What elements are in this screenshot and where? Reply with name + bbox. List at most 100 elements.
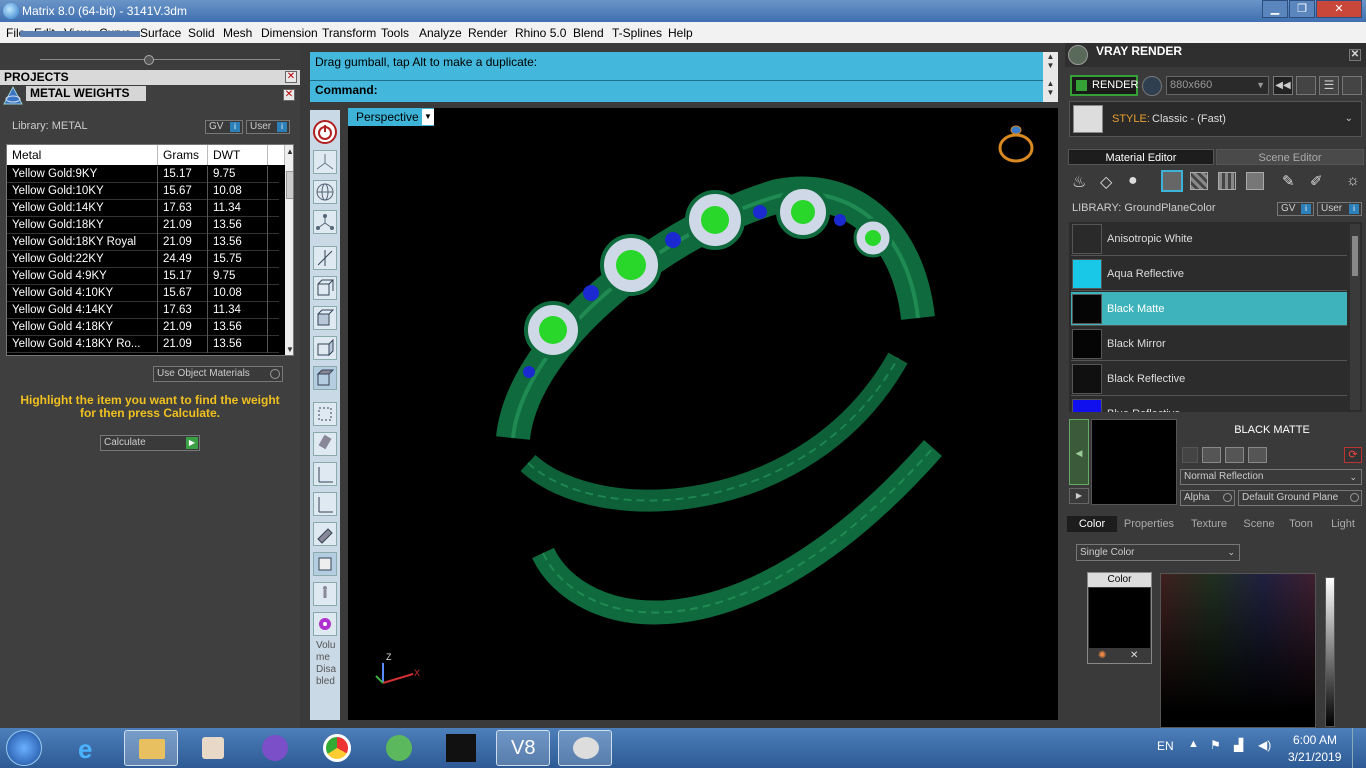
tab-properties[interactable]: Properties: [1119, 516, 1179, 532]
power-icon[interactable]: [313, 120, 337, 144]
move-icon[interactable]: [313, 246, 337, 270]
menu-blend[interactable]: Blend: [573, 26, 604, 40]
user-toggle[interactable]: User i: [246, 120, 290, 134]
refresh-icon[interactable]: ⟳: [1344, 447, 1362, 463]
minimize-button[interactable]: ▁: [1262, 0, 1288, 18]
language-indicator[interactable]: EN: [1157, 739, 1174, 753]
taskbar-ie-icon[interactable]: e: [62, 730, 116, 766]
tab-scene[interactable]: Scene: [1239, 516, 1279, 532]
brush-icon[interactable]: ✎: [1282, 172, 1295, 190]
light-bulb-icon[interactable]: ☼: [1346, 172, 1360, 189]
collapse-handle[interactable]: [144, 55, 154, 65]
chevron-down-icon[interactable]: ▼: [422, 109, 434, 125]
column-grams[interactable]: Grams: [158, 145, 208, 165]
menu-surface[interactable]: Surface: [140, 26, 181, 40]
color-picker-field[interactable]: [1160, 573, 1316, 728]
taskbar-explorer-icon[interactable]: [124, 730, 178, 766]
axes-icon[interactable]: [313, 150, 337, 174]
table-row[interactable]: Yellow Gold 4:14KY 17.63 11.34: [7, 302, 279, 319]
material-item[interactable]: Black Mirror: [1071, 327, 1347, 361]
color-wheel-icon[interactable]: ✺: [1098, 650, 1106, 661]
scale-icon[interactable]: [313, 402, 337, 426]
menu-dimension[interactable]: Dimension: [261, 26, 318, 40]
gv-toggle[interactable]: GV i: [205, 120, 243, 134]
taskbar-viber-icon[interactable]: [248, 730, 302, 766]
cube-front-icon[interactable]: [313, 306, 337, 330]
scroll-thumb[interactable]: [1352, 236, 1358, 276]
person-icon[interactable]: [313, 582, 337, 606]
scroll-thumb[interactable]: [286, 171, 293, 199]
tab-light[interactable]: Light: [1323, 516, 1363, 532]
copy-icon[interactable]: [1202, 447, 1221, 463]
gear-cluster-icon[interactable]: [313, 612, 337, 636]
projects-close-icon[interactable]: ✕: [285, 71, 297, 83]
material-item[interactable]: Black Reflective: [1071, 362, 1347, 396]
table-row[interactable]: Yellow Gold:10KY 15.67 10.08: [7, 183, 279, 200]
menu-analyze[interactable]: Analyze: [419, 26, 462, 40]
monitor-icon[interactable]: [313, 552, 337, 576]
taskbar-paint-icon[interactable]: [558, 730, 612, 766]
menu-help[interactable]: Help: [668, 26, 693, 40]
scroll-down-icon[interactable]: ▼: [286, 345, 293, 354]
table-row[interactable]: Yellow Gold:18KY 21.09 13.56: [7, 217, 279, 234]
navigation-ring-icon[interactable]: [998, 125, 1034, 163]
network-icon[interactable]: ▟: [1234, 738, 1243, 752]
flag-icon[interactable]: ⚑: [1210, 738, 1221, 752]
vray-close-icon[interactable]: ✕: [1349, 49, 1361, 61]
material-gv-toggle[interactable]: GV i: [1277, 202, 1314, 216]
cube-icon[interactable]: [313, 276, 337, 300]
command-prompt[interactable]: Command:: [315, 83, 378, 97]
column-metal[interactable]: Metal: [7, 145, 158, 165]
viewport-label[interactable]: Perspective ▼: [348, 108, 434, 126]
taskbar-app-icon[interactable]: [372, 730, 426, 766]
import-icon[interactable]: [1248, 447, 1267, 463]
clear-icon[interactable]: ✕: [1130, 650, 1138, 661]
table-row[interactable]: Yellow Gold:18KY Royal 21.09 13.56: [7, 234, 279, 251]
style-selector[interactable]: STYLE: Classic - (Fast) ⌄: [1069, 101, 1362, 137]
color-swatch[interactable]: [1089, 588, 1150, 648]
material-user-toggle[interactable]: User i: [1317, 202, 1362, 216]
taskbar-chrome-icon[interactable]: [310, 730, 364, 766]
table-row[interactable]: Yellow Gold:14KY 17.63 11.34: [7, 200, 279, 217]
material-item[interactable]: Black Matte: [1071, 292, 1347, 326]
menu-rhino[interactable]: Rhino 5.0: [515, 26, 566, 40]
menu-mesh[interactable]: Mesh: [223, 26, 252, 40]
sphere-icon[interactable]: ●: [1128, 172, 1138, 190]
resolution-select[interactable]: 880x660 ▼: [1166, 76, 1269, 95]
pattern-icon[interactable]: [1246, 172, 1264, 190]
material-item[interactable]: Blue Reflective: [1071, 397, 1347, 412]
tab-material-editor[interactable]: Material Editor: [1068, 149, 1214, 165]
table-row[interactable]: Yellow Gold:22KY 24.49 15.75: [7, 251, 279, 268]
taskbar-garena-icon[interactable]: [434, 730, 488, 766]
use-object-materials-toggle[interactable]: Use Object Materials: [153, 366, 283, 382]
table-row[interactable]: Yellow Gold 4:10KY 15.67 10.08: [7, 285, 279, 302]
table-row[interactable]: Yellow Gold 4:18KY Ro... 21.09 13.56: [7, 336, 279, 353]
3d-viewport[interactable]: Z X: [348, 108, 1058, 720]
material-item[interactable]: Aqua Reflective: [1071, 257, 1347, 291]
maximize-button[interactable]: ❐: [1289, 0, 1315, 18]
color-mode-select[interactable]: Single Color ⌄: [1076, 544, 1240, 561]
snap-r-icon[interactable]: [313, 492, 337, 516]
cube-side-icon[interactable]: [313, 336, 337, 360]
tab-color[interactable]: Color: [1067, 516, 1117, 532]
rewind-icon[interactable]: ◀◀: [1273, 76, 1293, 95]
save-icon[interactable]: [1182, 447, 1198, 463]
start-button[interactable]: [6, 730, 42, 766]
ground-plane-toggle[interactable]: Default Ground Plane: [1238, 490, 1362, 506]
brightness-slider[interactable]: [1325, 577, 1335, 727]
menu-solid[interactable]: Solid: [188, 26, 215, 40]
tab-texture[interactable]: Texture: [1181, 516, 1237, 532]
globe-icon[interactable]: [1142, 76, 1162, 96]
alpha-toggle[interactable]: Alpha: [1180, 490, 1235, 506]
list-icon[interactable]: ☰: [1319, 76, 1339, 95]
table-row[interactable]: Yellow Gold 4:18KY 21.09 13.56: [7, 319, 279, 336]
material-scrollbar[interactable]: [1350, 224, 1360, 410]
render-button[interactable]: RENDER: [1070, 75, 1138, 96]
menu-tools[interactable]: Tools: [381, 26, 409, 40]
nodes-icon[interactable]: [313, 210, 337, 234]
taskbar-matrix-icon[interactable]: V8: [496, 730, 550, 766]
tab-scene-editor[interactable]: Scene Editor: [1216, 149, 1364, 165]
close-button[interactable]: ✕: [1316, 0, 1362, 18]
reflection-select[interactable]: Normal Reflection ⌄: [1180, 469, 1362, 485]
command-scrollbar[interactable]: ▲ ▼ ▲ ▼: [1043, 52, 1058, 102]
